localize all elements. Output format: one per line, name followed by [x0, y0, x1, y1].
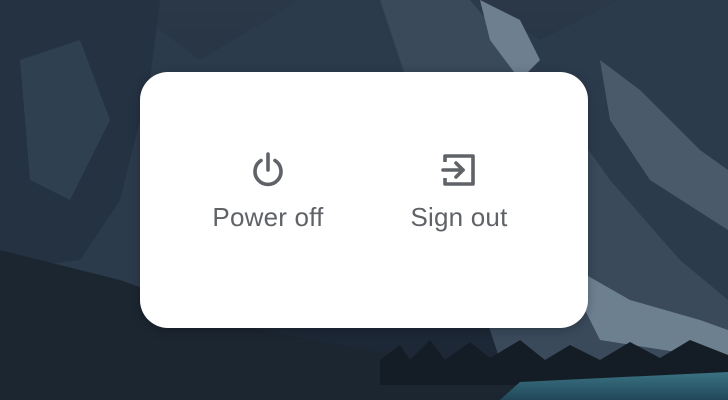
power-menu-dialog: Power off Sign out — [140, 72, 588, 328]
power-icon — [248, 150, 288, 190]
sign-out-button[interactable]: Sign out — [388, 150, 530, 233]
sign-out-icon — [439, 150, 479, 190]
sign-out-label: Sign out — [410, 202, 508, 232]
power-off-button[interactable]: Power off — [198, 150, 338, 233]
power-off-label: Power off — [212, 202, 324, 232]
